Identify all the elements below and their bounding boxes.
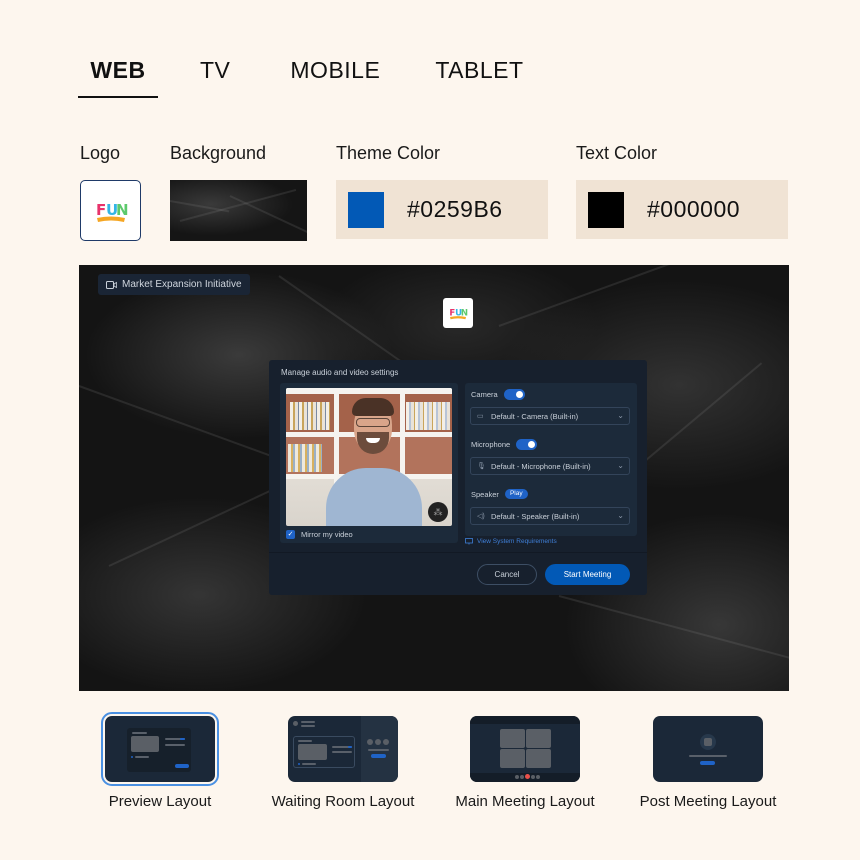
- video-camera-icon: ▭: [477, 413, 484, 420]
- dialog-footer: Cancel Start Meeting: [269, 552, 647, 595]
- layout-waiting-room-thumbnail[interactable]: [288, 716, 398, 782]
- speaker-device: Default - Speaker (Built-in): [491, 511, 580, 521]
- chevron-down-icon: ⌄: [617, 511, 624, 520]
- video-camera-icon: [106, 280, 117, 289]
- layout-preview-label: Preview Layout: [108, 793, 212, 810]
- preview-logo: F U N: [443, 298, 473, 328]
- svg-text:N: N: [116, 201, 128, 219]
- layout-waiting-room-label: Waiting Room Layout: [271, 793, 415, 810]
- theme-color-field[interactable]: #0259B6: [336, 180, 548, 239]
- text-color-label: Text Color: [576, 143, 658, 163]
- dialog-title: Manage audio and video settings: [281, 368, 399, 377]
- camera-toggle[interactable]: [503, 389, 525, 400]
- microphone-label: Microphone: [471, 440, 511, 449]
- speaker-select[interactable]: ◁) Default - Speaker (Built-in) ⌄: [470, 507, 630, 525]
- tab-tv[interactable]: TV: [200, 52, 230, 98]
- fun-logo-icon: F U N: [96, 201, 128, 222]
- fun-logo-icon: F U N: [449, 308, 468, 320]
- camera-preview: ⁂: [286, 388, 452, 526]
- speaker-icon: ◁): [477, 513, 485, 520]
- text-color-swatch[interactable]: [588, 191, 624, 228]
- view-system-requirements-link[interactable]: View System Requirements: [465, 538, 557, 545]
- background-picker[interactable]: [170, 180, 307, 241]
- system-requirements-text: View System Requirements: [477, 538, 557, 545]
- layout-preview-thumbnail[interactable]: [101, 712, 219, 786]
- camera-device: Default - Camera (Built-in): [491, 411, 579, 421]
- platform-tabs: WEB TV MOBILE TABLET: [78, 52, 524, 98]
- audio-video-settings-dialog: Manage audio and video settings ⁂ ✓ Mirr…: [269, 360, 647, 595]
- chevron-down-icon: ⌄: [617, 461, 624, 470]
- meeting-preview: Market Expansion Initiative F U N Manage…: [79, 265, 789, 691]
- layout-post-meeting-thumbnail[interactable]: [653, 716, 763, 782]
- tab-web[interactable]: WEB: [78, 52, 158, 98]
- tab-tablet[interactable]: TABLET: [435, 52, 523, 98]
- mirror-video-checkbox[interactable]: ✓ Mirror my video: [286, 530, 353, 539]
- device-settings-panel: Camera ▭ Default - Camera (Built-in) ⌄ M…: [465, 383, 637, 536]
- background-effects-icon: ⁂: [433, 506, 443, 517]
- microphone-select[interactable]: 🎙︎ Default - Microphone (Built-in) ⌄: [470, 457, 630, 475]
- tab-mobile[interactable]: MOBILE: [290, 52, 380, 98]
- svg-text:F: F: [96, 201, 106, 219]
- background-effects-button[interactable]: ⁂: [428, 502, 448, 522]
- checkbox-checked-icon: ✓: [286, 530, 295, 539]
- chevron-down-icon: ⌄: [617, 411, 624, 420]
- play-test-sound-button[interactable]: Play: [504, 489, 528, 499]
- meeting-title-chip: Market Expansion Initiative: [98, 274, 250, 295]
- theme-color-value[interactable]: #0259B6: [407, 196, 503, 223]
- text-color-value[interactable]: #000000: [647, 196, 740, 223]
- text-color-field[interactable]: #000000: [576, 180, 788, 239]
- theme-color-label: Theme Color: [336, 143, 441, 163]
- microphone-device: Default - Microphone (Built-in): [491, 461, 591, 471]
- layout-post-meeting-label: Post Meeting Layout: [639, 793, 777, 810]
- monitor-icon: [465, 538, 473, 545]
- video-preview-panel: ⁂ ✓ Mirror my video: [280, 383, 458, 543]
- microphone-icon: 🎙︎: [477, 463, 486, 470]
- cancel-button[interactable]: Cancel: [477, 564, 537, 585]
- layout-main-meeting-label: Main Meeting Layout: [455, 793, 595, 810]
- mirror-video-label: Mirror my video: [301, 530, 353, 539]
- camera-select[interactable]: ▭ Default - Camera (Built-in) ⌄: [470, 407, 630, 425]
- meeting-title: Market Expansion Initiative: [122, 279, 242, 290]
- layout-main-meeting-thumbnail[interactable]: [470, 716, 580, 782]
- camera-label: Camera: [471, 390, 498, 399]
- start-meeting-button[interactable]: Start Meeting: [545, 564, 630, 585]
- theme-color-swatch[interactable]: [348, 191, 384, 228]
- speaker-label: Speaker: [471, 489, 499, 499]
- logo-picker[interactable]: F U N: [80, 180, 141, 241]
- logo-label: Logo: [80, 143, 121, 163]
- background-label: Background: [170, 143, 267, 163]
- microphone-toggle[interactable]: [516, 439, 538, 450]
